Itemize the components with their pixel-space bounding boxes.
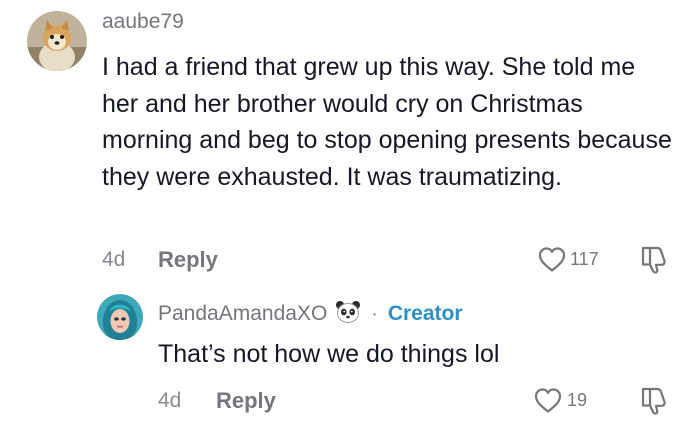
comment-text: I had a friend that grew up this way. Sh… <box>102 53 672 191</box>
reply-username-row: PandaAmandaXO · Creator <box>158 300 463 326</box>
like-count: 117 <box>570 249 599 269</box>
comment-username[interactable]: aaube79 <box>102 10 184 34</box>
thumbs-down-outline-icon[interactable] <box>639 243 669 275</box>
dog-avatar-icon <box>27 11 87 71</box>
comment-aaube79: aaube79 I had a friend that grew up this… <box>0 0 700 290</box>
comment-text: That’s not how we do things lol <box>158 340 500 368</box>
comment-username[interactable]: PandaAmandaXO <box>158 302 327 325</box>
thumbs-down-outline-icon[interactable] <box>639 384 669 416</box>
comment-timestamp: 4d <box>102 248 126 271</box>
avatar[interactable] <box>97 294 143 340</box>
comment-reply-pandaamandaxo: PandaAmandaXO · Creator That’s not how w… <box>0 290 700 427</box>
reply-button[interactable]: Reply <box>158 247 218 273</box>
heart-outline-icon[interactable] <box>533 386 563 414</box>
like-count: 19 <box>567 390 588 410</box>
reply-button[interactable]: Reply <box>216 388 276 414</box>
creator-avatar-icon <box>97 294 143 340</box>
heart-outline-icon[interactable] <box>537 245 567 273</box>
creator-badge: Creator <box>387 302 463 325</box>
comment-timestamp: 4d <box>158 389 182 412</box>
panda-face-icon <box>336 301 361 323</box>
avatar[interactable] <box>27 11 87 71</box>
badge-separator: · <box>370 302 378 325</box>
